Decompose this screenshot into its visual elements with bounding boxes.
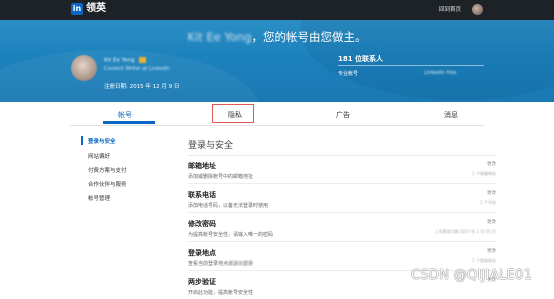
connections-count[interactable]: 181 位联系人 — [338, 54, 383, 64]
section-phone[interactable]: 联系电话 添加电话号码，以备无法登录时使用 更改 1 个号码 — [188, 185, 496, 213]
tab-messages[interactable]: 消息 — [444, 110, 458, 120]
section-password[interactable]: 修改密码 为提高帐号安全性，请输入唯一的密码 更改 上次更改日期 2017 年 … — [188, 214, 496, 242]
account-type-value[interactable]: LinkedIn free — [424, 70, 456, 76]
active-item-indicator — [81, 136, 83, 145]
section-description-text: 开启此功能，提高帐号安全性 — [188, 290, 254, 296]
registration-date: 注册日期: 2015 年 12 月 9 日 — [104, 84, 180, 90]
account-stats: 181 位联系人 专业帐号 LinkedIn free — [338, 53, 484, 85]
sidebar-item-site-preferences[interactable]: 网站偏好 — [88, 152, 110, 160]
section-meta: 1 个号码 — [480, 200, 496, 205]
section-description: 为提高帐号安全性，请输入唯一的密码 — [188, 231, 273, 238]
section-meta: 上次更改日期 2017 年 1 月 25 日 — [434, 229, 496, 234]
section-title: 两步验证 — [188, 278, 216, 286]
tab-ads[interactable]: 广告 — [336, 110, 350, 120]
section-meta: 1 个邮箱地址 — [472, 171, 496, 176]
section-login-locations[interactable]: 登录地点 查看当前登录地点或退出登录 更改 1 个登录地点 — [188, 243, 496, 271]
sidebar-item-account-management[interactable]: 帐号管理 — [88, 194, 110, 202]
stats-divider — [338, 65, 484, 66]
brand-name[interactable]: 领英 — [86, 3, 106, 15]
linkedin-logo-icon[interactable]: in — [71, 3, 83, 15]
profile-avatar[interactable] — [71, 55, 97, 81]
tab-account[interactable]: 帐号 — [118, 110, 132, 120]
page-title: 登录与安全 — [188, 141, 234, 151]
change-link[interactable]: 更改 — [487, 190, 496, 196]
change-link[interactable]: 更改 — [487, 219, 496, 225]
headline-text: ，您的帐号由您做主。 — [251, 30, 367, 44]
page-headline: Kit Ee Yong，您的帐号由您做主。 — [0, 29, 554, 45]
csdn-watermark: CSDN @QIJIALE01 — [411, 268, 533, 283]
sidebar-item-billing[interactable]: 付费方案与支付 — [88, 166, 127, 174]
active-tab-indicator — [103, 121, 155, 124]
section-description-text: 查看当前登录地点 — [188, 261, 229, 267]
section-title: 联系电话 — [188, 191, 216, 199]
headline-name: Kit Ee Yong — [187, 30, 252, 44]
section-description: 添加或删除帐号中的邮箱地址 — [188, 173, 253, 180]
profile-banner: Kit Ee Yong，您的帐号由您做主。 Kit Ee Yong Conten… — [0, 20, 554, 102]
section-description: 添加电话号码，以备无法登录时使用 — [188, 202, 268, 209]
profile-name: Kit Ee Yong — [104, 57, 146, 64]
account-type-label: 专业帐号 — [338, 71, 359, 77]
section-title: 登录地点 — [188, 249, 216, 257]
premium-badge-icon — [138, 57, 146, 63]
profile-name-text: Kit Ee Yong — [104, 57, 135, 64]
section-title: 修改密码 — [188, 220, 216, 228]
section-description-blurred: 或退出登录 — [228, 261, 254, 267]
back-to-home-link[interactable]: 回到首页 — [439, 6, 461, 14]
section-title: 邮箱地址 — [188, 162, 216, 170]
change-link[interactable]: 更改 — [487, 161, 496, 167]
section-description-text: 为提高帐号安全性，请输入唯一的密码 — [188, 232, 274, 238]
privacy-tab-highlight — [212, 104, 254, 123]
section-description-text: 添加或删除帐号中的邮箱地址 — [188, 174, 254, 180]
section-meta: 1 个登录地点 — [472, 258, 496, 263]
sidebar-item-login-security[interactable]: 登录与安全 — [88, 137, 116, 145]
sidebar-item-partners[interactable]: 合作伙伴与服务 — [88, 180, 127, 188]
profile-title: Content Writer at LinkedIn — [104, 66, 170, 72]
top-bar: in 领英 回到首页 — [0, 0, 554, 20]
section-description: 查看当前登录地点或退出登录 — [188, 260, 253, 267]
section-description: 开启此功能，提高帐号安全性 — [188, 289, 253, 296]
section-description-text: 添加电话号码，以备无法登录时使用 — [188, 203, 269, 209]
avatar[interactable] — [472, 4, 483, 15]
change-link[interactable]: 更改 — [487, 248, 496, 254]
section-email[interactable]: 邮箱地址 添加或删除帐号中的邮箱地址 更改 1 个邮箱地址 — [188, 156, 496, 184]
